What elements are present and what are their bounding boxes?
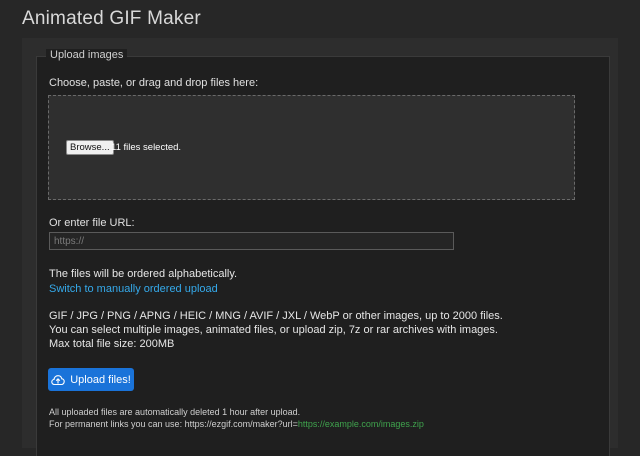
auto-delete-note: All uploaded files are automatically del… [49, 407, 301, 417]
order-note: The files will be ordered alphabetically… [49, 268, 238, 280]
example-url: https://example.com/images.zip [297, 419, 424, 429]
multiple-files-text: You can select multiple images, animated… [49, 324, 498, 336]
page-title: Animated GIF Maker [22, 8, 201, 29]
browse-button[interactable]: Browse... [66, 140, 114, 155]
upload-button-label: Upload files! [70, 373, 131, 386]
supported-formats-text: GIF / JPG / PNG / APNG / HEIC / MNG / AV… [49, 310, 503, 322]
upload-legend: Upload images [46, 49, 128, 61]
files-selected-status: 11 files selected. [111, 142, 182, 153]
upload-files-button[interactable]: Upload files! [48, 368, 134, 391]
permanent-link-note: For permanent links you can use: https:/… [49, 419, 424, 429]
file-url-input[interactable] [49, 232, 454, 250]
choose-files-label: Choose, paste, or drag and drop files he… [49, 77, 259, 89]
manual-order-link[interactable]: Switch to manually ordered upload [49, 283, 218, 295]
cloud-upload-icon [51, 374, 65, 386]
file-url-label: Or enter file URL: [49, 217, 135, 229]
max-size-text: Max total file size: 200MB [49, 338, 175, 350]
permanent-link-prefix: For permanent links you can use: https:/… [49, 419, 298, 429]
